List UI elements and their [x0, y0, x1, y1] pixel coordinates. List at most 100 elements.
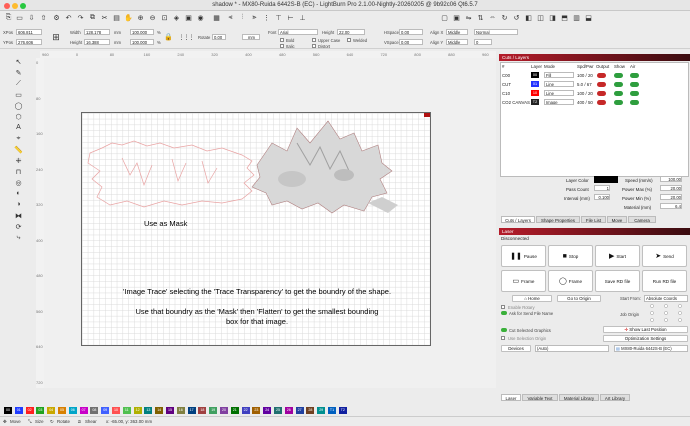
paste-icon[interactable]: ▤ — [112, 13, 121, 22]
align-y-select[interactable]: Middle — [446, 39, 468, 45]
palette-color-11[interactable]: 11 — [122, 407, 131, 414]
pan-icon[interactable]: ✋ — [124, 13, 133, 22]
palette-color-T2[interactable]: T2 — [338, 407, 347, 414]
palette-color-04[interactable]: 04 — [47, 407, 56, 414]
rotate-ccw-icon[interactable]: ↺ — [512, 13, 521, 22]
camera-icon[interactable]: ◉ — [196, 13, 205, 22]
xpos-field[interactable]: 606.811 — [16, 29, 42, 35]
tabs-tool-icon[interactable]: ⊓ — [14, 167, 23, 176]
cut-icon[interactable]: ✂ — [100, 13, 109, 22]
palette-color-07[interactable]: 07 — [79, 407, 88, 414]
air-toggle[interactable] — [630, 81, 639, 87]
start-from-select[interactable]: Absolute Coords — [644, 295, 688, 302]
weld-icon[interactable]: ⧓ — [14, 211, 23, 220]
vspace-field[interactable]: 0.00 — [399, 39, 423, 45]
work-bed[interactable]: Use as Mask 'Image Trace' selecting the … — [81, 112, 431, 346]
polygon-tool-icon[interactable]: ⬡ — [14, 112, 23, 121]
devices-button[interactable]: Devices — [501, 345, 531, 352]
scale-y-field[interactable]: 100.000 — [130, 39, 154, 45]
convert-path-icon[interactable]: ⤷ — [14, 233, 23, 242]
offset-tool-icon[interactable]: ◎ — [14, 178, 23, 187]
ellipse-tool-icon[interactable]: ◯ — [14, 101, 23, 110]
ask-send-toggle[interactable] — [501, 311, 507, 315]
layer-color-chip[interactable]: 10 — [531, 90, 539, 96]
edit-nodes-icon[interactable]: ✎ — [14, 68, 23, 77]
align-right-icon[interactable]: ⫸ — [250, 13, 259, 22]
palette-color-14[interactable]: 14 — [155, 407, 164, 414]
tab-material-library[interactable]: Material Library — [559, 394, 599, 401]
circle-frame-button[interactable]: ◯ Frame — [548, 270, 593, 292]
go-to-origin-button[interactable]: Go to Origin — [557, 295, 601, 302]
measure-tool-icon[interactable]: 📏 — [14, 145, 23, 154]
optimization-settings-button[interactable]: Optimization Settings — [603, 335, 688, 342]
flip-v-icon[interactable]: ⇅ — [476, 13, 485, 22]
text-style-select[interactable]: Normal — [474, 29, 518, 35]
layer-row[interactable]: C10 10 Line 100 / 20 — [500, 89, 688, 97]
layer-row[interactable]: C00 00 Fill 100 / 20 — [500, 71, 688, 79]
rectangle-tool-icon[interactable]: ▭ — [14, 90, 23, 99]
palette-color-22[interactable]: 22 — [241, 407, 250, 414]
palette-color-00[interactable]: 00 — [4, 407, 12, 414]
width-field[interactable]: 128.178 — [84, 29, 110, 35]
layer-color-swatch[interactable] — [594, 176, 618, 183]
align-top-icon[interactable]: ⊤ — [274, 13, 283, 22]
offset-field[interactable]: 0 — [474, 39, 492, 45]
pass-count-field[interactable]: 1 — [594, 185, 610, 191]
stop-button[interactable]: ■ Stop — [548, 245, 593, 267]
palette-color-08[interactable]: 08 — [90, 407, 99, 414]
frame-icon[interactable]: ▣ — [184, 13, 193, 22]
run-rd-button[interactable]: Run RD file — [642, 270, 687, 292]
palette-color-28[interactable]: 28 — [306, 407, 315, 414]
pause-button[interactable]: ❚❚ Pause — [501, 245, 546, 267]
save-rd-button[interactable]: Save RD file — [595, 270, 640, 292]
layer-mode-select[interactable]: Fill — [544, 72, 574, 78]
tab-art-library[interactable]: Art Library — [600, 394, 630, 401]
enable-rotary-checkbox[interactable] — [501, 305, 505, 309]
layer-color-chip[interactable]: 00 — [531, 72, 539, 78]
scale-x-field[interactable]: 100.000 — [130, 29, 154, 35]
job-origin-grid[interactable] — [646, 303, 686, 323]
tab-file-list[interactable]: File List — [581, 216, 606, 223]
palette-color-03[interactable]: 03 — [36, 407, 45, 414]
ungroup-icon[interactable]: ▣ — [452, 13, 461, 22]
draw-lines-icon[interactable]: ⟋ — [14, 79, 23, 88]
cut-selected-toggle[interactable] — [501, 328, 507, 332]
palette-color-01[interactable]: 01 — [14, 407, 23, 414]
layer-mode-select[interactable]: Line — [544, 90, 574, 96]
use-selection-origin-checkbox[interactable] — [501, 336, 505, 340]
align-middle-icon[interactable]: ⊢ — [286, 13, 295, 22]
speed-field[interactable]: 100.00 — [660, 176, 682, 182]
mirror-icon[interactable]: ⇔ — [488, 13, 497, 22]
font-select[interactable]: Arial — [278, 29, 318, 35]
circular-array-icon[interactable]: ⟳ — [14, 222, 23, 231]
tab-camera[interactable]: Camera — [628, 216, 656, 223]
home-button[interactable]: ⌂ Home — [512, 295, 552, 302]
align-center-icon[interactable]: ⫶ — [238, 13, 247, 22]
tab-shape-properties[interactable]: Shape Properties — [536, 216, 580, 223]
zoom-in-icon[interactable]: ⊕ — [136, 13, 145, 22]
save-file-icon[interactable]: ▭ — [15, 13, 24, 22]
import-icon[interactable]: ⇩ — [27, 13, 36, 22]
group-icon[interactable]: ▢ — [440, 13, 449, 22]
anchor-grid-icon[interactable]: ⋮⋮⋮ — [176, 28, 196, 46]
output-toggle[interactable] — [597, 90, 606, 96]
dock-bottom-icon[interactable]: ⬓ — [584, 13, 593, 22]
dock-center-icon[interactable]: ◫ — [536, 13, 545, 22]
palette-color-06[interactable]: 06 — [68, 407, 77, 414]
tab-cuts-layers[interactable]: Cuts / Layers — [501, 216, 535, 223]
palette-color-25[interactable]: 25 — [274, 407, 282, 414]
device-select[interactable]: ▤ MX80-Ruida 6442S-B (EC) — [614, 345, 688, 352]
hspace-field[interactable]: 0.00 — [399, 29, 423, 35]
boolean-subtract-icon[interactable]: ◑ — [14, 200, 23, 209]
zoom-fit-icon[interactable]: ⊡ — [160, 13, 169, 22]
palette-color-15[interactable]: 15 — [166, 407, 174, 414]
show-toggle[interactable] — [614, 81, 623, 87]
palette-color-20[interactable]: 20 — [220, 407, 228, 414]
lock-ratio-icon[interactable]: 🔒 — [164, 32, 173, 41]
palette-color-12[interactable]: 12 — [133, 407, 142, 414]
frame-button[interactable]: ▭ Frame — [501, 270, 546, 292]
output-toggle[interactable] — [597, 81, 606, 87]
power-max-field[interactable]: 20.00 — [660, 185, 682, 191]
align-bottom-icon[interactable]: ⊥ — [298, 13, 307, 22]
air-toggle[interactable] — [630, 72, 639, 78]
